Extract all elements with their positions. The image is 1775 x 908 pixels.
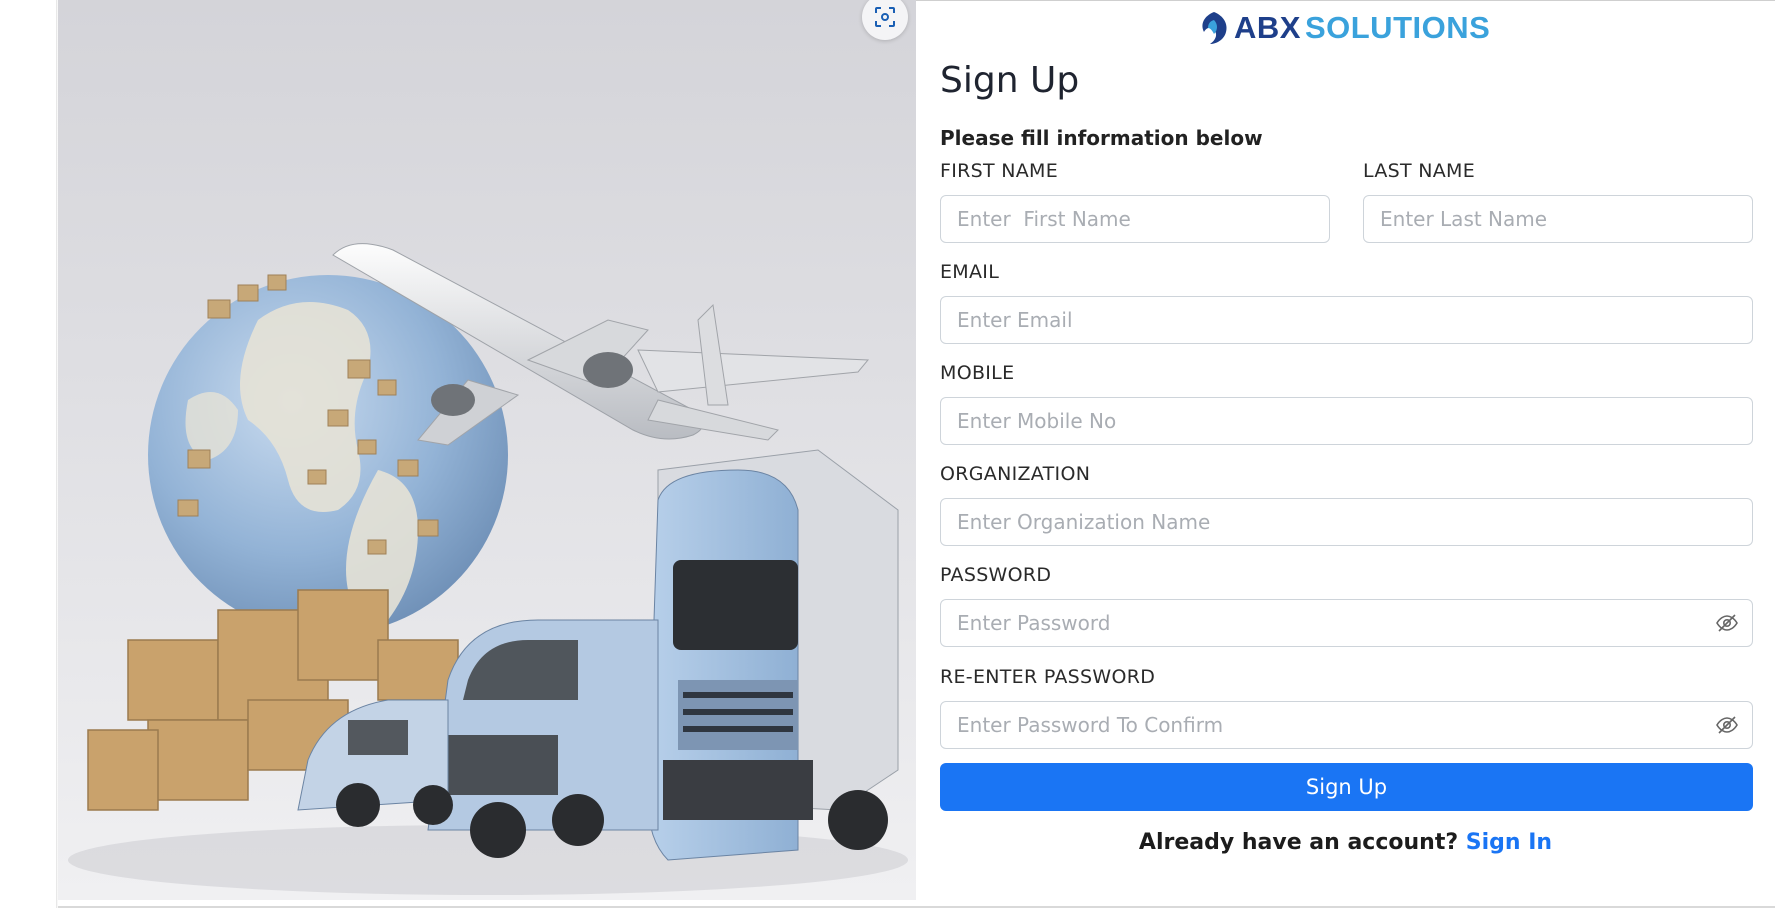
hero-image [58,0,916,900]
email-input[interactable] [940,296,1753,344]
logo-text-abx: ABX [1234,10,1301,45]
form-subtitle: Please fill information below [940,126,1263,150]
mobile-input[interactable] [940,397,1753,445]
signin-prompt-text: Already have an account? [1138,830,1459,855]
first-name-input[interactable] [940,195,1330,243]
first-name-label: FIRST NAME [940,160,1059,182]
truck-shape [647,449,899,861]
confirm-password-label: RE-ENTER PASSWORD [940,666,1156,688]
left-gutter [0,0,57,908]
last-name-label: LAST NAME [1363,160,1476,182]
eye-slash-icon[interactable] [1715,713,1739,737]
page-title: Sign Up [940,60,1080,101]
mobile-label: MOBILE [940,362,1015,384]
logistics-illustration [68,243,908,895]
organization-label: ORGANIZATION [940,463,1091,485]
sign-up-button[interactable]: Sign Up [940,763,1753,811]
confirm-password-input[interactable] [940,701,1753,749]
van-shape [427,619,659,858]
password-input[interactable] [940,599,1753,647]
eye-slash-icon[interactable] [1715,611,1739,635]
last-name-input[interactable] [1363,195,1753,243]
sign-in-link[interactable]: Sign In [1466,830,1552,855]
organization-input[interactable] [940,498,1753,546]
signin-prompt-line: Already have an account? Sign In [916,830,1775,855]
logo-text-solutions: SOLUTIONS [1304,10,1491,45]
password-label: PASSWORD [940,564,1052,586]
scan-icon [875,7,895,27]
signup-page: ABX SOLUTIONS Sign Up Please fill informa… [0,0,1775,908]
logo-icon [1202,12,1227,44]
email-label: EMAIL [940,261,1000,283]
brand-logo: ABX SOLUTIONS [1198,8,1490,48]
signup-form-pane: ABX SOLUTIONS Sign Up Please fill informa… [916,0,1775,908]
